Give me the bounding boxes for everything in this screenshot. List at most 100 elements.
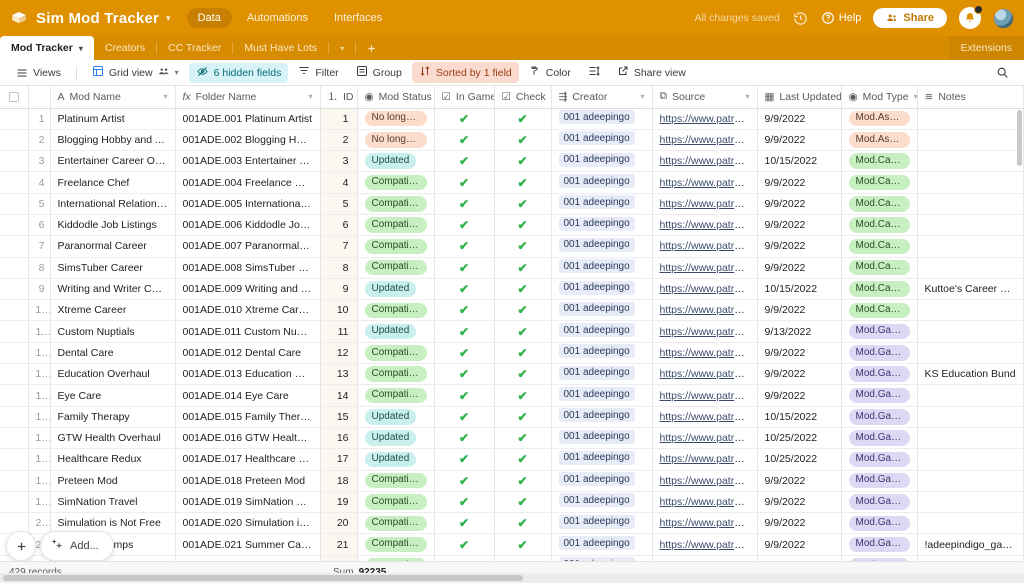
cell-check[interactable]: ✔ bbox=[494, 342, 552, 365]
filter-button[interactable]: Filter bbox=[291, 62, 345, 83]
cell-in-game[interactable]: ✔ bbox=[434, 278, 495, 301]
cell-creator[interactable]: 001 adeepingo bbox=[551, 342, 653, 365]
table-row[interactable]: 16 GTW Health Overhaul 001ADE.016 GTW Heal… bbox=[0, 427, 1024, 450]
color-button[interactable]: Color bbox=[522, 62, 578, 83]
check-mark-icon[interactable]: ✔ bbox=[459, 452, 469, 466]
cell-mod-status[interactable]: Updated bbox=[357, 150, 435, 173]
history-clock-icon[interactable] bbox=[792, 10, 809, 27]
cell-mod-type[interactable]: Mod.Gamepl... bbox=[841, 384, 918, 407]
cell-in-game[interactable]: ✔ bbox=[434, 406, 495, 428]
cell-folder-name[interactable]: 001ADE.008 SimsTuber Career bbox=[175, 257, 321, 279]
table-row[interactable]: 15 Family Therapy 001ADE.015 Family Therap… bbox=[0, 406, 1024, 428]
chevron-down-icon[interactable]: ▾ bbox=[640, 92, 644, 101]
cell-mod-name[interactable]: SimNation Travel bbox=[50, 491, 176, 514]
cell-id[interactable]: 9 bbox=[320, 278, 358, 301]
cell-mod-name[interactable]: Entertainer Career Overhaul bbox=[50, 150, 176, 173]
hidden-fields-button[interactable]: 6 hidden fields bbox=[188, 62, 289, 83]
cell-mod-status[interactable]: Compatible bbox=[357, 214, 435, 237]
cell-last-updated[interactable]: 9/9/2022 bbox=[757, 342, 842, 365]
source-link[interactable]: https://www.patreon.c... bbox=[660, 304, 757, 316]
cell-notes[interactable] bbox=[917, 384, 1024, 407]
check-mark-icon[interactable]: ✔ bbox=[517, 133, 527, 147]
cell-mod-status[interactable]: Updated bbox=[357, 320, 435, 343]
cell-check[interactable]: ✔ bbox=[494, 533, 552, 556]
cell-mod-type[interactable]: Mod.Gamepl... bbox=[841, 533, 918, 556]
cell-source[interactable]: https://www.patreon.c... bbox=[652, 278, 758, 301]
col-in-game[interactable]: ☑In Game▾ bbox=[434, 86, 495, 109]
source-link[interactable]: https://www.patreon.c... bbox=[660, 283, 757, 295]
cell-mod-status[interactable]: Compatible bbox=[357, 171, 435, 194]
check-mark-icon[interactable]: ✔ bbox=[459, 303, 469, 317]
row-select-checkbox[interactable] bbox=[0, 470, 29, 492]
check-mark-icon[interactable]: ✔ bbox=[459, 495, 469, 509]
cell-folder-name[interactable]: 001ADE.018 Preteen Mod bbox=[175, 470, 321, 492]
source-link[interactable]: https://www.patreon.c... bbox=[660, 347, 757, 359]
source-link[interactable]: https://www.patreon.c... bbox=[660, 134, 757, 146]
check-mark-icon[interactable]: ✔ bbox=[459, 538, 469, 552]
cell-check[interactable]: ✔ bbox=[494, 235, 552, 258]
cell-folder-name[interactable]: 001ADE.014 Eye Care bbox=[175, 384, 321, 407]
col-select-all[interactable] bbox=[0, 86, 29, 109]
cell-notes[interactable] bbox=[917, 193, 1024, 215]
creator-chip[interactable]: 001 adeepingo bbox=[558, 174, 635, 189]
data-grid[interactable]: A Mod Name ▾ fx Folder Name ▾ ⒈ ID ▾ ◉ Mod Stat… bbox=[0, 86, 1024, 583]
notifications[interactable] bbox=[959, 5, 983, 29]
cell-creator[interactable]: 001 adeepingo bbox=[551, 257, 653, 279]
table-row[interactable]: 4 Freelance Chef 001ADE.004 Freelance Chef… bbox=[0, 171, 1024, 194]
row-select-checkbox[interactable] bbox=[0, 193, 29, 215]
source-link[interactable]: https://www.patreon.c... bbox=[660, 262, 757, 274]
cell-last-updated[interactable]: 10/25/2022 bbox=[757, 427, 842, 450]
check-mark-icon[interactable]: ✔ bbox=[459, 176, 469, 190]
cell-mod-type[interactable]: Mod.Gamepl... bbox=[841, 470, 918, 492]
cell-mod-type[interactable]: Mod.Career bbox=[841, 278, 918, 301]
cell-folder-name[interactable]: 001ADE.004 Freelance Chef bbox=[175, 171, 321, 194]
source-link[interactable]: https://www.patreon.c... bbox=[660, 411, 757, 423]
source-link[interactable]: https://www.patreon.c... bbox=[660, 475, 757, 487]
cell-mod-type[interactable]: Mod.Gamepl... bbox=[841, 448, 918, 471]
cell-mod-status[interactable]: Compatible bbox=[357, 384, 435, 407]
cell-check[interactable]: ✔ bbox=[494, 406, 552, 428]
cell-id[interactable]: 21 bbox=[320, 533, 358, 556]
cell-creator[interactable]: 001 adeepingo bbox=[551, 235, 653, 258]
table-row[interactable]: 5International Relations Career001ADE.00… bbox=[0, 193, 1024, 215]
cell-source[interactable]: https://www.patreon.c... bbox=[652, 427, 758, 450]
cell-mod-type[interactable]: Mod.Gamepl... bbox=[841, 363, 918, 386]
creator-chip[interactable]: 001 adeepingo bbox=[558, 493, 635, 508]
cell-creator[interactable]: 001 adeepingo bbox=[551, 406, 653, 428]
cell-last-updated[interactable]: 9/9/2022 bbox=[757, 235, 842, 258]
table-row[interactable]: 21Summer Camps001ADE.021 Summer Camps21C… bbox=[0, 533, 1024, 556]
cell-in-game[interactable]: ✔ bbox=[434, 342, 495, 365]
cell-creator[interactable]: 001 adeepingo bbox=[551, 299, 653, 322]
top-nav-item-interfaces[interactable]: Interfaces bbox=[323, 8, 393, 28]
check-mark-icon[interactable]: ✔ bbox=[517, 495, 527, 509]
tab-overflow-menu[interactable]: ▾ bbox=[329, 36, 355, 60]
avatar[interactable] bbox=[993, 7, 1014, 29]
col-mod-status[interactable]: ◉Mod Status▾ bbox=[357, 86, 435, 109]
creator-chip[interactable]: 001 adeepingo bbox=[558, 259, 635, 274]
cell-in-game[interactable]: ✔ bbox=[434, 427, 495, 450]
source-link[interactable]: https://www.patreon.c... bbox=[660, 496, 757, 508]
cell-check[interactable]: ✔ bbox=[494, 129, 552, 152]
cell-in-game[interactable]: ✔ bbox=[434, 235, 495, 258]
cell-check[interactable]: ✔ bbox=[494, 257, 552, 279]
cell-in-game[interactable]: ✔ bbox=[434, 320, 495, 343]
extensions-button[interactable]: Extensions bbox=[948, 36, 1024, 60]
cell-id[interactable]: 2 bbox=[320, 129, 358, 152]
cell-id[interactable]: 20 bbox=[320, 512, 358, 535]
row-select-checkbox[interactable] bbox=[0, 342, 29, 365]
views-button[interactable]: Views bbox=[9, 64, 68, 82]
cell-mod-status[interactable]: Updated bbox=[357, 278, 435, 301]
check-mark-icon[interactable]: ✔ bbox=[459, 218, 469, 232]
cell-creator[interactable]: 001 adeepingo bbox=[551, 150, 653, 173]
cell-creator[interactable]: 001 adeepingo bbox=[551, 384, 653, 407]
cell-mod-type[interactable]: Mod.Gamepl... bbox=[841, 512, 918, 535]
cell-folder-name[interactable]: 001ADE.010 Xtreme Career bbox=[175, 299, 321, 322]
check-mark-icon[interactable]: ✔ bbox=[517, 197, 527, 211]
chevron-down-icon[interactable]: ▾ bbox=[175, 68, 179, 77]
cell-creator[interactable]: 001 adeepingo bbox=[551, 320, 653, 343]
cell-last-updated[interactable]: 9/9/2022 bbox=[757, 171, 842, 194]
cell-folder-name[interactable]: 001ADE.016 GTW Health Overhaul bbox=[175, 427, 321, 450]
cell-mod-name[interactable]: Kiddodle Job Listings bbox=[50, 214, 176, 237]
add-record-button[interactable] bbox=[6, 531, 36, 561]
cell-mod-status[interactable]: Compatible bbox=[357, 257, 435, 279]
